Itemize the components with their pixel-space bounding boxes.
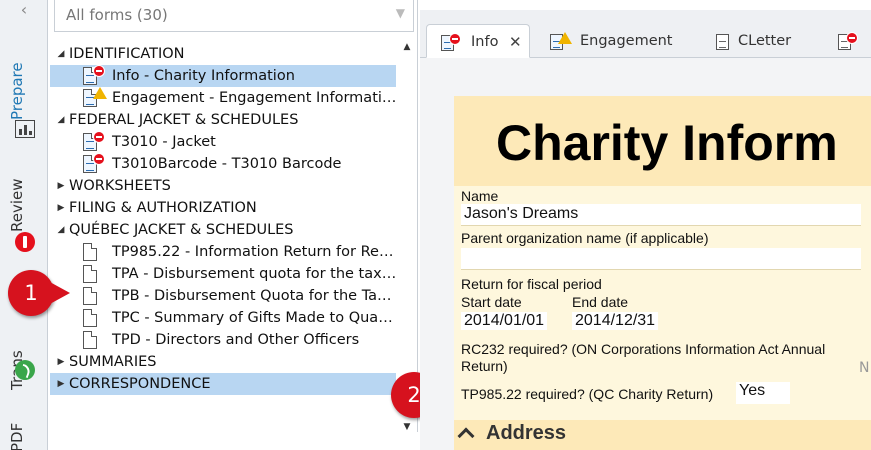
callout-1: 1 [8,270,70,316]
form-icon [83,331,97,349]
tree-item[interactable]: Info - Charity Information [50,65,396,87]
tree-item-label: T3010 - Jacket [112,134,216,150]
tree-group-label: QUÉBEC JACKET & SCHEDULES [69,222,294,238]
collapsed-triangle-icon[interactable]: ▶ [56,351,66,373]
tree-item[interactable]: TPA - Disbursement quota for the tax… [50,263,396,285]
rc232-label-cont: Return) [461,358,508,374]
form-title: Charity Inform [496,115,838,171]
warning-icon [93,87,107,99]
form-icon [83,287,97,305]
form-icon [83,243,97,261]
error-icon [93,131,105,143]
document-pane: Info ✕ Engagement CLetter Charity Inform… [420,10,871,450]
tp985-label: TP985.22 required? (QC Charity Return) [461,386,714,402]
tree-group[interactable]: ▶ WORKSHEETS [50,175,396,197]
warning-icon [558,32,572,44]
tree-item[interactable]: TPB - Disbursement Quota for the Ta… [50,285,396,307]
tab-engagement-label: Engagement [580,33,673,49]
tree-group[interactable]: ▶ CORRESPONDENCE [50,373,396,395]
tree-group-label: FEDERAL JACKET & SCHEDULES [69,112,299,128]
tree-group[interactable]: ▶ SUMMARIES [50,351,396,373]
error-icon [846,32,858,44]
tp985-field[interactable]: Yes [736,382,790,404]
chevron-up-icon[interactable] [457,427,475,445]
forms-filter-value: All forms (30) [66,6,168,24]
tab-info[interactable]: Info ✕ [426,24,530,58]
chevron-down-icon[interactable]: ▼ [396,6,405,20]
tree-group-label: CORRESPONDENCE [69,376,211,392]
tree-item-label: Engagement - Engagement Informati… [112,90,396,106]
form-header: Charity Inform [454,96,871,186]
error-icon [449,33,461,45]
tree-group-label: WORKSHEETS [69,178,171,194]
transmit-icon[interactable] [15,360,35,380]
charity-information-form: Charity Inform Name Jason's Dreams Paren… [454,96,871,450]
tree-item[interactable]: T3010Barcode - T3010 Barcode [50,153,396,175]
end-date-field[interactable]: 2014/12/31 [572,312,659,330]
close-icon[interactable]: ✕ [509,25,522,59]
tab-cletter-label: CLetter [738,33,792,49]
tab-pdf[interactable]: PDF [8,412,40,450]
end-date-label: End date [572,294,629,310]
form-icon [83,265,97,283]
tree-group-label: FILING & AUTHORIZATION [69,200,257,216]
forms-panel: All forms (30) ▼ ◢ IDENTIFICATION Info - C… [50,0,418,432]
parent-org-label: Parent organization name (if applicable) [461,230,709,246]
tab-prepare[interactable]: Prepare [8,40,40,120]
tree-item-label: TPD - Directors and Other Officers [112,332,360,348]
side-tab-strip: ‹ Prepare Review Trans PDF [0,0,48,450]
error-icon [93,153,105,165]
review-alert-icon[interactable] [15,232,35,252]
address-label: Address [486,422,567,444]
expanded-triangle-icon[interactable]: ◢ [56,109,66,131]
start-date-label: Start date [461,294,522,310]
name-label: Name [461,188,499,204]
tab-review[interactable]: Review [8,162,40,232]
form-icon [716,34,729,50]
expanded-triangle-icon[interactable]: ◢ [56,219,66,241]
scroll-down-icon[interactable]: ▼ [400,422,414,432]
tree-item[interactable]: T3010 - Jacket [50,131,396,153]
form-icon [83,309,97,327]
tab-cletter[interactable]: CLetter [716,24,806,58]
tab-info-label: Info [471,34,499,50]
scroll-up-icon[interactable]: ▲ [400,42,414,52]
tree-item-label: Info - Charity Information [112,68,295,84]
document-tab-bar: Info ✕ Engagement CLetter [420,10,871,58]
forms-tree: ◢ IDENTIFICATION Info - Charity Informatio… [50,42,396,432]
tab-engagement[interactable]: Engagement [550,24,690,58]
rc232-label: RC232 required? (ON Corporations Informa… [461,341,826,357]
error-icon [93,65,105,77]
tree-item-label: TPC - Summary of Gifts Made to Qua… [112,310,393,326]
rc232-field[interactable]: N [859,360,869,376]
tree-item-label: TP985.22 - Information Return for Re… [112,244,394,260]
tree-group[interactable]: ◢ IDENTIFICATION [50,43,396,65]
tree-item[interactable]: TP985.22 - Information Return for Re… [50,241,396,263]
start-date-field[interactable]: 2014/01/01 [461,312,548,330]
tree-item[interactable]: TPC - Summary of Gifts Made to Qua… [50,307,396,329]
tree-group-label: IDENTIFICATION [69,46,185,62]
parent-org-field[interactable] [461,248,861,270]
tree-item-label: T3010Barcode - T3010 Barcode [112,156,342,172]
tree-group[interactable]: ◢ QUÉBEC JACKET & SCHEDULES [50,219,396,241]
tree-group-label: SUMMARIES [69,354,157,370]
fiscal-period-label: Return for fiscal period [461,276,602,292]
collapsed-triangle-icon[interactable]: ▶ [56,373,66,395]
tree-item-label: TPB - Disbursement Quota for the Ta… [112,288,392,304]
collapsed-triangle-icon[interactable]: ▶ [56,175,66,197]
tree-item[interactable]: Engagement - Engagement Informati… [50,87,396,109]
chart-icon[interactable] [15,120,35,138]
form-body: Name Jason's Dreams Parent organization … [454,186,871,450]
name-value: Jason's Dreams [461,205,582,223]
forms-filter-dropdown[interactable]: All forms (30) ▼ [54,0,414,32]
expanded-triangle-icon[interactable]: ◢ [56,43,66,65]
tree-item[interactable]: TPD - Directors and Other Officers [50,329,396,351]
tree-group[interactable]: ◢ FEDERAL JACKET & SCHEDULES [50,109,396,131]
address-section-header[interactable]: Address [454,420,871,450]
tab-overflow[interactable] [838,24,871,58]
collapse-icon[interactable]: ‹ [0,0,48,26]
collapsed-triangle-icon[interactable]: ▶ [56,197,66,219]
tree-item-label: TPA - Disbursement quota for the tax… [112,266,396,282]
tree-group[interactable]: ▶ FILING & AUTHORIZATION [50,197,396,219]
